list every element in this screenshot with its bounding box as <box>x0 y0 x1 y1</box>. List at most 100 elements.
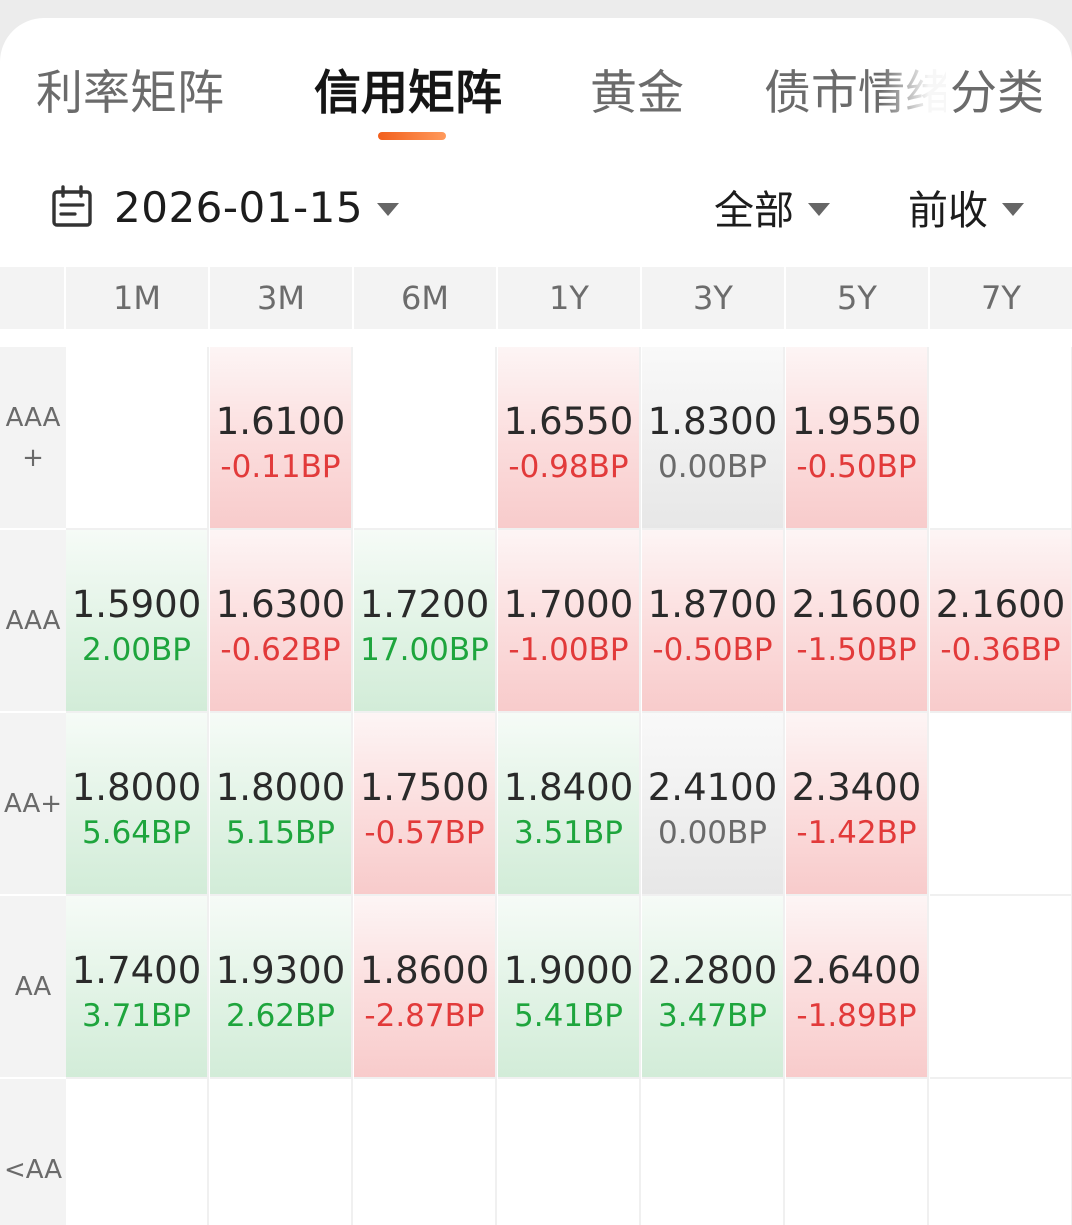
yield-change: 5.64BP <box>82 815 191 851</box>
matrix-cell-empty <box>642 1079 785 1225</box>
yield-change: -0.50BP <box>796 449 917 485</box>
yield-change: 3.71BP <box>82 998 191 1034</box>
matrix-cell[interactable]: 1.6550 -0.98BP <box>498 347 641 530</box>
matrix-cell[interactable]: 2.1600 -1.50BP <box>786 530 929 713</box>
matrix-cell-empty <box>498 1079 641 1225</box>
rating-label-4: <AA <box>0 1079 66 1225</box>
matrix-cell[interactable]: 1.8300 0.00BP <box>642 347 785 530</box>
selected-date: 2026-01-15 <box>114 182 364 232</box>
yield-value: 1.9300 <box>215 949 346 992</box>
matrix-cell-empty <box>354 1079 497 1225</box>
yield-value: 1.8600 <box>359 949 490 992</box>
matrix-cell[interactable]: 1.6300 -0.62BP <box>210 530 353 713</box>
matrix-cell[interactable]: 2.4100 0.00BP <box>642 713 785 896</box>
rating-label-text: AA <box>14 971 52 1002</box>
matrix-cell[interactable]: 1.7400 3.71BP <box>66 896 209 1079</box>
tenor-header-3m: 3M <box>210 267 354 347</box>
chevron-down-icon <box>808 202 830 216</box>
matrix-cell[interactable]: 2.3400 -1.42BP <box>786 713 929 896</box>
yield-value: 1.8700 <box>647 583 778 626</box>
matrix-cell[interactable]: 1.8400 3.51BP <box>498 713 641 896</box>
yield-value: 1.8000 <box>215 766 346 809</box>
matrix-cell[interactable]: 1.9550 -0.50BP <box>786 347 929 530</box>
matrix-cell[interactable]: 1.5900 2.00BP <box>66 530 209 713</box>
matrix-cell-empty <box>930 896 1072 1079</box>
yield-value: 1.9000 <box>503 949 634 992</box>
matrix-cell[interactable]: 2.6400 -1.89BP <box>786 896 929 1079</box>
tab-credit-matrix[interactable]: 信用矩阵 <box>314 62 502 126</box>
yield-change: -0.50BP <box>652 632 773 668</box>
tenor-header-1m: 1M <box>66 267 210 347</box>
matrix-cell[interactable]: 1.7200 17.00BP <box>354 530 497 713</box>
yield-change: -0.98BP <box>508 449 629 485</box>
basis-dropdown[interactable]: 前收 <box>908 177 1024 237</box>
matrix-cell[interactable]: 2.2800 3.47BP <box>642 896 785 1079</box>
rating-label-3: AA <box>0 896 66 1079</box>
matrix-cell[interactable]: 1.7500 -0.57BP <box>354 713 497 896</box>
yield-value: 2.4100 <box>647 766 778 809</box>
tenor-header-1y: 1Y <box>498 267 642 347</box>
matrix-cell-empty <box>930 713 1072 896</box>
top-tab-bar: 利率矩阵 信用矩阵 黄金 债市情绪 分类 <box>0 18 1072 148</box>
yield-change: 2.00BP <box>82 632 191 668</box>
matrix-cell[interactable]: 1.7000 -1.00BP <box>498 530 641 713</box>
tab-bond-sentiment[interactable]: 债市情绪 <box>764 62 952 126</box>
yield-change: -2.87BP <box>364 998 485 1034</box>
yield-value: 1.7400 <box>71 949 202 992</box>
matrix-cell[interactable]: 1.9000 5.41BP <box>498 896 641 1079</box>
matrix-cell[interactable]: 1.8000 5.64BP <box>66 713 209 896</box>
yield-value: 2.1600 <box>791 583 922 626</box>
yield-change: -0.11BP <box>220 449 341 485</box>
scope-dropdown-label: 全部 <box>714 188 794 234</box>
matrix-cell[interactable]: 1.8600 -2.87BP <box>354 896 497 1079</box>
yield-change: -0.57BP <box>364 815 485 851</box>
matrix-cell-empty <box>210 1079 353 1225</box>
tab-gold[interactable]: 黄金 <box>590 62 684 126</box>
yield-change: -0.62BP <box>220 632 341 668</box>
matrix-cell-empty <box>66 347 209 530</box>
matrix-cell[interactable]: 1.6100 -0.11BP <box>210 347 353 530</box>
matrix-cell[interactable]: 1.8700 -0.50BP <box>642 530 785 713</box>
yield-change: 3.51BP <box>514 815 623 851</box>
rating-label-2: AA+ <box>0 713 66 896</box>
basis-dropdown-label: 前收 <box>908 188 988 234</box>
yield-value: 1.8300 <box>647 400 778 443</box>
header-corner <box>0 267 66 347</box>
tenor-header-3y: 3Y <box>642 267 786 347</box>
rating-label-text: AA+ <box>3 788 63 819</box>
matrix-cell-empty <box>66 1079 209 1225</box>
yield-change: -1.00BP <box>508 632 629 668</box>
yield-change: 5.15BP <box>226 815 335 851</box>
yield-value: 2.3400 <box>791 766 922 809</box>
yield-change: 3.47BP <box>658 998 767 1034</box>
tenor-header-row: 1M 3M 6M 1Y 3Y 5Y 7Y <box>0 267 1072 347</box>
credit-matrix-panel: 利率矩阵 信用矩阵 黄金 债市情绪 分类 2026-01-15 全部 前收 1M… <box>0 18 1072 1225</box>
matrix-cell-empty <box>930 1079 1072 1225</box>
yield-value: 1.6100 <box>215 400 346 443</box>
tenor-header-6m: 6M <box>354 267 498 347</box>
yield-change: -1.89BP <box>796 998 917 1034</box>
yield-change: 17.00BP <box>360 632 489 668</box>
yield-value: 1.6550 <box>503 400 634 443</box>
yield-value: 1.8400 <box>503 766 634 809</box>
credit-rate-matrix: 1M 3M 6M 1Y 3Y 5Y 7Y AAA+ 1.6100 -0.11BP 1.6550 -0… <box>0 267 1072 1225</box>
yield-change: -1.50BP <box>796 632 917 668</box>
yield-value: 1.8000 <box>71 766 202 809</box>
yield-value: 2.2800 <box>647 949 778 992</box>
yield-change: 0.00BP <box>658 449 767 485</box>
yield-change: 2.62BP <box>226 998 335 1034</box>
yield-change: 5.41BP <box>514 998 623 1034</box>
matrix-cell[interactable]: 1.9300 2.62BP <box>210 896 353 1079</box>
yield-change: 0.00BP <box>658 815 767 851</box>
rating-label-0: AAA+ <box>0 347 66 530</box>
date-picker[interactable]: 2026-01-15 <box>50 177 400 237</box>
matrix-cell[interactable]: 1.8000 5.15BP <box>210 713 353 896</box>
tab-rate-matrix[interactable]: 利率矩阵 <box>36 62 224 126</box>
matrix-cell[interactable]: 2.1600 -0.36BP <box>930 530 1072 713</box>
yield-value: 1.7200 <box>359 583 490 626</box>
tab-category[interactable]: 分类 <box>946 62 1044 126</box>
yield-change: -1.42BP <box>796 815 917 851</box>
scope-dropdown[interactable]: 全部 <box>714 177 830 237</box>
rating-label-1: AAA <box>0 530 66 713</box>
yield-value: 2.6400 <box>791 949 922 992</box>
